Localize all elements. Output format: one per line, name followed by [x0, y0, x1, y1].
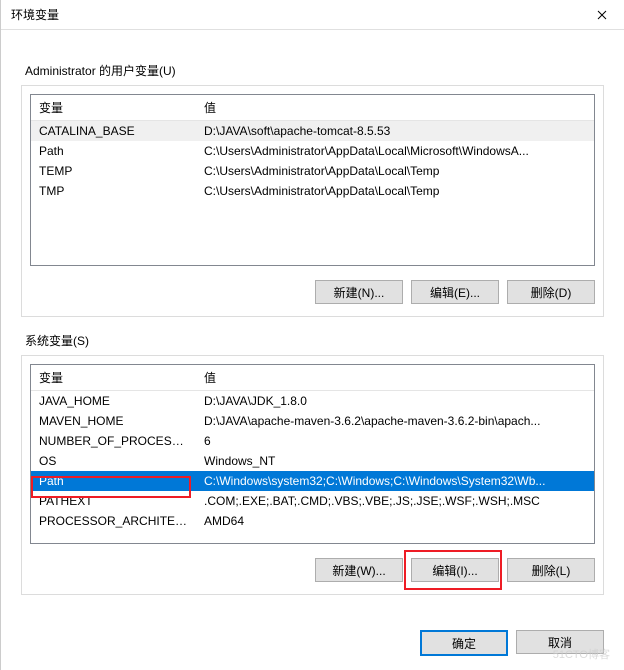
- close-button[interactable]: [579, 0, 624, 30]
- table-row[interactable]: PathC:\Users\Administrator\AppData\Local…: [31, 141, 594, 161]
- ok-button[interactable]: 确定: [420, 630, 508, 656]
- titlebar: 环境变量: [1, 0, 624, 30]
- sys-edit-button[interactable]: 编辑(I)...: [411, 558, 499, 582]
- window-title: 环境变量: [11, 6, 59, 23]
- user-edit-button[interactable]: 编辑(E)...: [411, 280, 499, 304]
- sys-vars-label: 系统变量(S): [25, 332, 604, 349]
- close-icon: [597, 10, 607, 20]
- table-row[interactable]: PATHEXT.COM;.EXE;.BAT;.CMD;.VBS;.VBE;.JS…: [31, 491, 594, 511]
- table-row[interactable]: OSWindows_NT: [31, 451, 594, 471]
- dialog-footer: 确定 取消: [1, 620, 624, 670]
- col-name[interactable]: 变量: [31, 95, 196, 121]
- user-delete-button[interactable]: 删除(D): [507, 280, 595, 304]
- col-value[interactable]: 值: [196, 95, 594, 121]
- table-row[interactable]: JAVA_HOMED:\JAVA\JDK_1.8.0: [31, 391, 594, 412]
- sys-new-button[interactable]: 新建(W)...: [315, 558, 403, 582]
- table-row-selected[interactable]: PathC:\Windows\system32;C:\Windows;C:\Wi…: [31, 471, 594, 491]
- table-row[interactable]: TMPC:\Users\Administrator\AppData\Local\…: [31, 181, 594, 201]
- sys-vars-buttons: 新建(W)... 编辑(I)... 删除(L): [22, 544, 603, 594]
- table-row[interactable]: PROCESSOR_ARCHITECT...AMD64: [31, 511, 594, 531]
- col-name[interactable]: 变量: [31, 365, 196, 391]
- sys-vars-table[interactable]: 变量 值 JAVA_HOMED:\JAVA\JDK_1.8.0 MAVEN_HO…: [30, 364, 595, 544]
- sys-vars-group: 变量 值 JAVA_HOMED:\JAVA\JDK_1.8.0 MAVEN_HO…: [21, 355, 604, 595]
- user-vars-group: 变量 值 CATALINA_BASED:\JAVA\soft\apache-to…: [21, 85, 604, 317]
- table-row[interactable]: NUMBER_OF_PROCESSORS6: [31, 431, 594, 451]
- user-new-button[interactable]: 新建(N)...: [315, 280, 403, 304]
- col-value[interactable]: 值: [196, 365, 594, 391]
- table-row[interactable]: CATALINA_BASED:\JAVA\soft\apache-tomcat-…: [31, 121, 594, 142]
- sys-delete-button[interactable]: 删除(L): [507, 558, 595, 582]
- user-vars-buttons: 新建(N)... 编辑(E)... 删除(D): [22, 266, 603, 316]
- env-vars-dialog: 环境变量 Administrator 的用户变量(U) 变量 值 CATALIN…: [0, 0, 624, 670]
- user-vars-label: Administrator 的用户变量(U): [25, 62, 604, 79]
- user-vars-table[interactable]: 变量 值 CATALINA_BASED:\JAVA\soft\apache-to…: [30, 94, 595, 266]
- watermark: 51CTO博客: [553, 646, 610, 662]
- table-row[interactable]: TEMPC:\Users\Administrator\AppData\Local…: [31, 161, 594, 181]
- table-row[interactable]: MAVEN_HOMED:\JAVA\apache-maven-3.6.2\apa…: [31, 411, 594, 431]
